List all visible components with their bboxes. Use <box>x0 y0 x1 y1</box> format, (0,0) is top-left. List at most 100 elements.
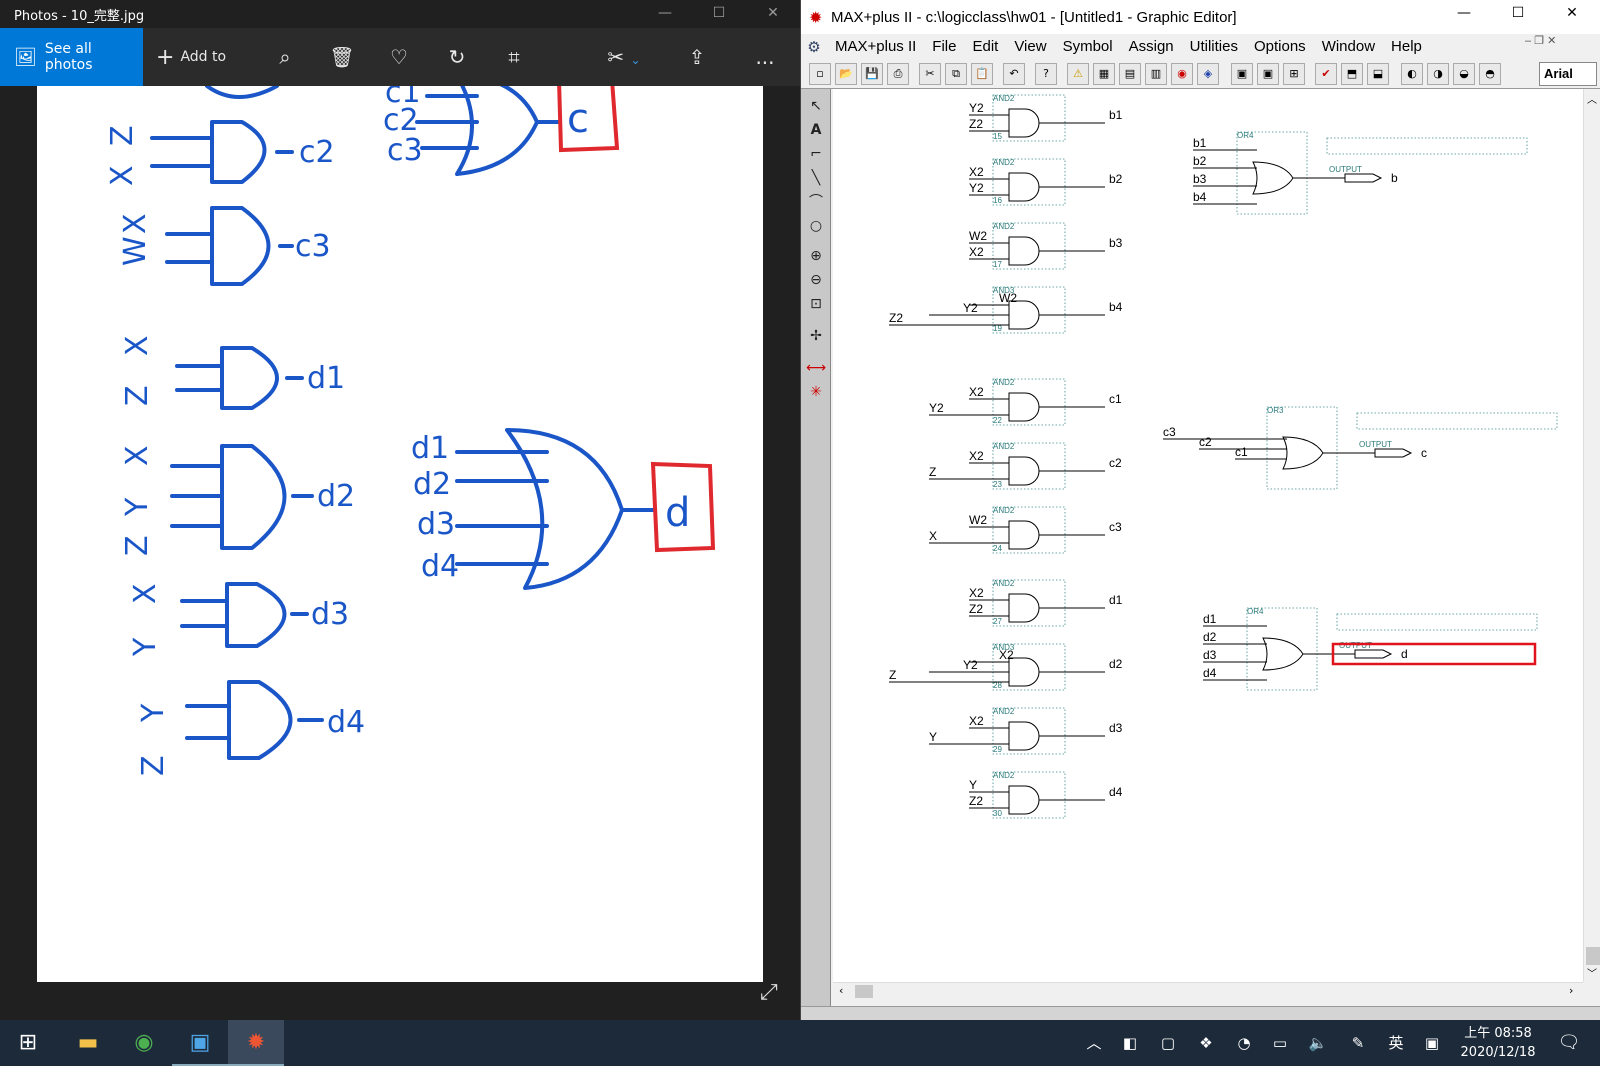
favorite-icon[interactable]: ♡ <box>382 40 416 74</box>
menu-assign[interactable]: Assign <box>1121 34 1182 60</box>
cut-icon[interactable]: ✂ <box>919 63 941 85</box>
hw-var: Y <box>136 703 171 723</box>
close-button[interactable]: ✕ <box>750 0 796 28</box>
network-icon[interactable]: ◔ <box>1232 1020 1256 1066</box>
minimize-button[interactable]: — <box>642 0 688 28</box>
simulate-icon[interactable]: ◈ <box>1197 63 1219 85</box>
rubberband-icon[interactable]: ✢ <box>804 325 828 347</box>
view-a-icon[interactable]: ◐ <box>1401 63 1423 85</box>
fit-icon[interactable]: ⊡ <box>804 293 828 315</box>
copy-icon[interactable]: ⧉ <box>945 63 967 85</box>
zoom-out-icon[interactable]: ⊖ <box>804 269 828 291</box>
rotate-icon[interactable]: ↻ <box>440 40 474 74</box>
save-sim-icon[interactable]: ⬓ <box>1367 63 1389 85</box>
font-select[interactable]: Arial <box>1539 62 1597 86</box>
compile-icon[interactable]: ◉ <box>1171 63 1193 85</box>
dropbox-icon[interactable]: ❖ <box>1194 1020 1218 1066</box>
project-icon[interactable]: ▣ <box>1231 63 1253 85</box>
horizontal-scrollbar[interactable]: ‹ › <box>833 982 1583 1000</box>
disconnect-icon[interactable]: ✳ <box>804 381 828 403</box>
menu-maxplus[interactable]: MAX+plus II <box>827 34 924 60</box>
connect-icon[interactable]: ⟷ <box>804 357 828 379</box>
pen-icon[interactable]: ✎ <box>1346 1020 1370 1066</box>
undo-icon[interactable]: ↶ <box>1003 63 1025 85</box>
tray-chevron-icon[interactable]: ︿ <box>1082 1020 1106 1066</box>
output-pin-frame <box>1326 137 1528 155</box>
menu-utilities[interactable]: Utilities <box>1182 34 1246 60</box>
zoom-icon[interactable]: ⌕ <box>268 40 302 74</box>
share-icon[interactable]: ⇪ <box>680 40 714 74</box>
project-set-icon[interactable]: ▣ <box>1257 63 1279 85</box>
input-language[interactable]: 英 <box>1384 1020 1408 1066</box>
delete-icon[interactable]: 🗑 <box>325 40 359 74</box>
ime-icon[interactable]: ▣ <box>1420 1020 1444 1066</box>
gate-wire <box>455 450 549 566</box>
edit-icon[interactable]: ✂ ⌄ <box>600 40 648 74</box>
orthogonal-line-icon[interactable]: ⌐ <box>804 143 828 165</box>
open-icon[interactable]: 📂 <box>835 63 857 85</box>
start-icon[interactable]: ⊞ <box>0 1020 56 1066</box>
battery-icon[interactable]: ▭ <box>1268 1020 1292 1066</box>
or-input-label: c3 <box>1163 425 1176 439</box>
hscroll-thumb[interactable] <box>855 985 873 998</box>
mp-minimize-button[interactable]: — <box>1441 0 1487 28</box>
fullscreen-icon[interactable]: ⤢ <box>760 980 778 1005</box>
see-all-photos-button[interactable]: 🖼 See all photos <box>0 28 143 86</box>
scroll-thumb[interactable] <box>1586 947 1600 965</box>
floorplan-icon[interactable]: ▤ <box>1119 63 1141 85</box>
scroll-left-icon[interactable]: ‹ <box>839 984 843 997</box>
help-icon[interactable]: ? <box>1035 63 1057 85</box>
scroll-down-icon[interactable]: ﹀ <box>1587 965 1597 980</box>
symbol-icon[interactable]: ▥ <box>1145 63 1167 85</box>
text-tool-icon[interactable]: A <box>804 119 828 141</box>
mdi-controls[interactable]: – ❐ ✕ <box>1525 34 1556 47</box>
clock[interactable]: 上午 08:58 2020/12/18 <box>1448 1024 1548 1062</box>
paste-icon[interactable]: 📋 <box>971 63 993 85</box>
save-icon[interactable]: 💾 <box>861 63 883 85</box>
menu-window[interactable]: Window <box>1314 34 1383 60</box>
maxplus-app-icon[interactable]: ✹ <box>228 1020 284 1066</box>
mp-maximize-button[interactable]: ☐ <box>1495 0 1541 28</box>
menu-options[interactable]: Options <box>1246 34 1314 60</box>
volume-icon[interactable]: 🔈 <box>1306 1020 1330 1066</box>
view-d-icon[interactable]: ◓ <box>1479 63 1501 85</box>
arc-icon[interactable]: ⌒ <box>804 191 828 213</box>
menu-file[interactable]: File <box>924 34 964 60</box>
mp-close-button[interactable]: ✕ <box>1549 0 1595 28</box>
save-check-icon[interactable]: ✔ <box>1315 63 1337 85</box>
menu-help[interactable]: Help <box>1383 34 1430 60</box>
photos-app-icon[interactable]: ▣ <box>172 1020 228 1066</box>
more-options-button[interactable]: ... <box>748 40 782 74</box>
menu-symbol[interactable]: Symbol <box>1055 34 1121 60</box>
schematic-canvas[interactable]: AND2 15 b1 Y2 Z2 AND2 16 b2 X2 Y2 AND2 17 b3 W2 X2 AND3… <box>833 89 1583 982</box>
view-c-icon[interactable]: ◒ <box>1453 63 1475 85</box>
scroll-up-icon[interactable]: ︿ <box>1587 91 1597 106</box>
maximize-button[interactable]: ☐ <box>696 0 742 28</box>
pointer-icon[interactable]: ↖ <box>804 95 828 117</box>
menu-edit[interactable]: Edit <box>964 34 1006 60</box>
notifications-icon[interactable]: 🗨 <box>1554 1020 1584 1066</box>
zoom-in-icon[interactable]: ⊕ <box>804 245 828 267</box>
diagonal-line-icon[interactable]: ╲ <box>804 167 828 189</box>
file-explorer-icon[interactable]: ▬ <box>60 1020 116 1066</box>
scroll-right-icon[interactable]: › <box>1569 984 1573 997</box>
chrome-icon[interactable]: ◉ <box>116 1020 172 1066</box>
save-compile-icon[interactable]: ⬒ <box>1341 63 1363 85</box>
output-pin-symbol <box>1344 173 1383 183</box>
add-to-button[interactable]: + Add to <box>156 28 226 86</box>
vertical-scrollbar[interactable]: ︿ ﹀ <box>1583 89 1600 982</box>
gate-input-label: X2 <box>999 648 1014 662</box>
or-gate-c <box>455 86 539 176</box>
chat-icon[interactable]: ▢ <box>1156 1020 1180 1066</box>
view-b-icon[interactable]: ◑ <box>1427 63 1449 85</box>
tree-icon[interactable]: ⊞ <box>1283 63 1305 85</box>
warning-icon[interactable]: ⚠ <box>1067 63 1089 85</box>
hierarchy-icon[interactable]: ▦ <box>1093 63 1115 85</box>
hw-label-d3-in: d3 <box>417 507 455 542</box>
meet-icon[interactable]: ◧ <box>1118 1020 1142 1066</box>
new-icon[interactable]: ▫ <box>809 63 831 85</box>
circle-icon[interactable]: ○ <box>804 215 828 237</box>
crop-icon[interactable]: ⌗ <box>497 40 531 74</box>
menu-view[interactable]: View <box>1006 34 1054 60</box>
print-icon[interactable]: ⎙ <box>887 63 909 85</box>
